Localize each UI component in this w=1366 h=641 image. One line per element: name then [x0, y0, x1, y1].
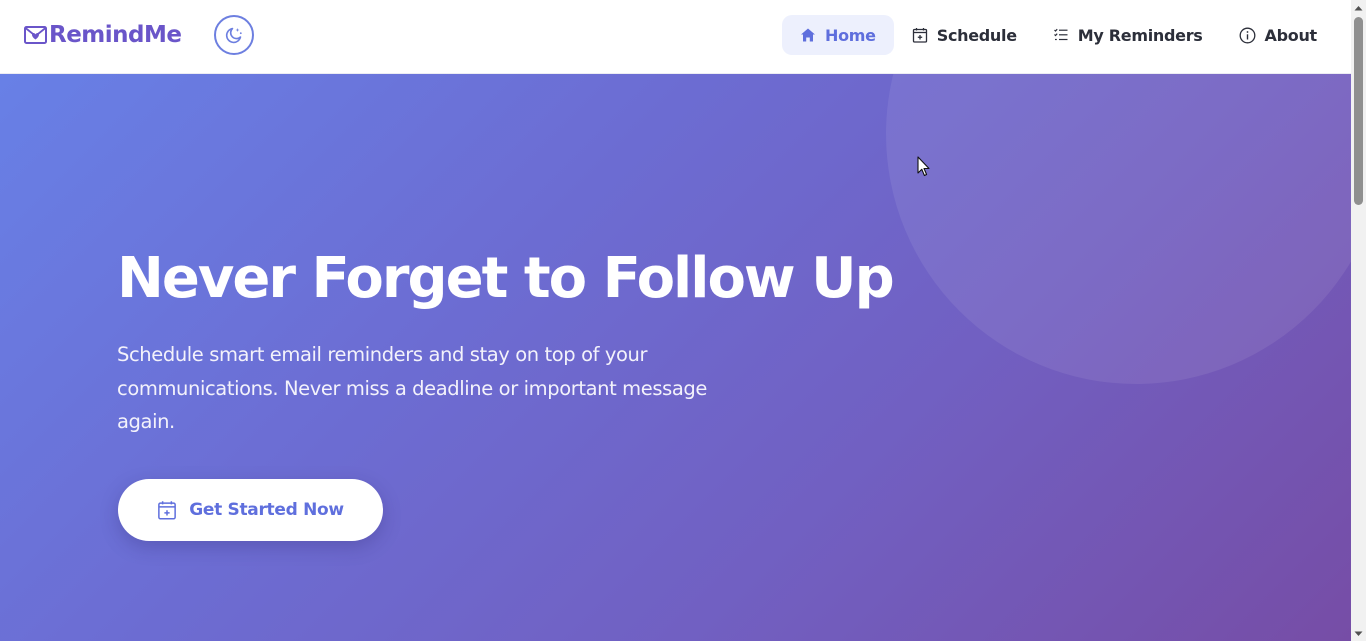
top-navbar: RemindMe Home Schedule My Reminders Abou… — [0, 0, 1351, 74]
get-started-label: Get Started Now — [189, 500, 344, 520]
nav-item-my-reminders[interactable]: My Reminders — [1035, 15, 1221, 55]
scroll-up-arrow-icon[interactable] — [1351, 0, 1366, 15]
list-check-icon — [1053, 28, 1068, 41]
get-started-button[interactable]: Get Started Now — [118, 479, 383, 541]
nav-item-schedule[interactable]: Schedule — [894, 15, 1035, 55]
hero-section: Never Forget to Follow Up Schedule smart… — [0, 74, 1351, 641]
theme-toggle-button[interactable] — [214, 15, 254, 55]
mouse-cursor-icon — [917, 156, 930, 177]
calendar-plus-icon — [158, 501, 177, 520]
decorative-circle — [886, 74, 1351, 384]
scrollbar-thumb[interactable] — [1354, 17, 1363, 205]
envelope-heart-icon — [24, 26, 47, 44]
brand-logo[interactable]: RemindMe — [24, 20, 182, 50]
calendar-plus-icon — [912, 28, 927, 43]
home-icon — [801, 28, 815, 42]
scroll-down-arrow-icon[interactable] — [1351, 626, 1366, 641]
moon-stars-icon — [225, 27, 242, 44]
nav-item-about[interactable]: About — [1221, 15, 1335, 55]
nav-item-label: My Reminders — [1077, 25, 1203, 45]
nav-item-label: About — [1264, 25, 1318, 45]
hero-title: Never Forget to Follow Up — [117, 246, 895, 311]
nav-item-home[interactable]: Home — [782, 15, 894, 55]
nav-item-label: Home — [825, 25, 876, 45]
info-circle-icon — [1239, 27, 1255, 43]
nav-item-label: Schedule — [936, 25, 1017, 45]
vertical-scrollbar[interactable] — [1351, 0, 1366, 641]
brand-name: RemindMe — [49, 22, 182, 48]
hero-subtitle: Schedule smart email reminders and stay … — [117, 343, 707, 433]
main-nav: Home Schedule My Reminders About — [782, 15, 1335, 55]
